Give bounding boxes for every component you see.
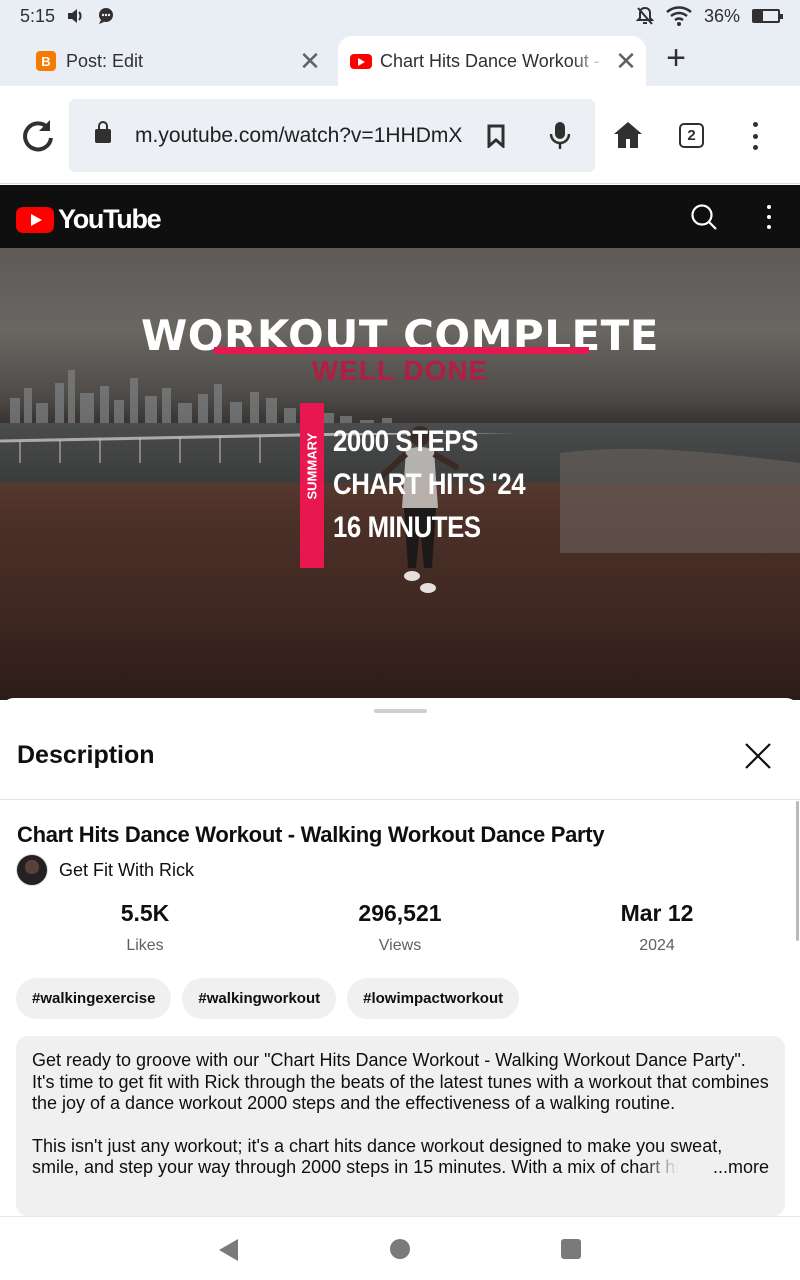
volume-icon: [68, 9, 82, 23]
more-button[interactable]: ...more: [642, 1157, 769, 1179]
home-icon[interactable]: [612, 120, 644, 150]
tab-switcher-button[interactable]: 2: [679, 123, 704, 148]
youtube-logo-text: YouTube: [58, 204, 162, 234]
sheet-title: Description: [17, 741, 155, 769]
stat-label: Likes: [126, 937, 164, 954]
summary-lines: 2000 STEPS CHART HITS '24 16 MINUTES: [333, 420, 526, 549]
summary-line: 16 MINUTES: [333, 511, 481, 544]
back-icon[interactable]: [219, 1239, 238, 1261]
close-tab-icon[interactable]: ✕: [606, 46, 646, 77]
reload-icon[interactable]: [18, 116, 58, 156]
drag-handle[interactable]: [374, 709, 427, 713]
views-stat: 296,521 Views: [300, 900, 500, 955]
stat-label: Views: [378, 937, 422, 954]
overlay-subtitle: WELL DONE: [311, 355, 489, 386]
status-bar: 5:15 36%: [0, 0, 800, 32]
stat-value: 5.5K: [120, 900, 170, 926]
avatar[interactable]: [16, 854, 48, 886]
bookmark-icon[interactable]: [487, 124, 505, 148]
browser-toolbar: m.youtube.com/watch?v=1HHDmX 2: [0, 86, 800, 184]
youtube-icon: [350, 53, 372, 69]
close-icon[interactable]: [744, 742, 772, 770]
close-tab-icon[interactable]: ✕: [290, 46, 330, 77]
system-nav-bar: [0, 1216, 800, 1280]
wifi-icon: [666, 6, 692, 26]
video-stats: 5.5K Likes 296,521 Views Mar 12 2024: [0, 900, 800, 960]
url-text[interactable]: m.youtube.com/watch?v=1HHDmX: [135, 124, 469, 148]
tab-strip: B Post: Edit ✕ Chart Hits Dance Workout …: [0, 32, 800, 86]
summary-line: 2000 STEPS: [333, 425, 478, 458]
new-tab-button[interactable]: +: [656, 40, 696, 80]
summary-label: SUMMARY: [305, 433, 320, 500]
tab-title: Post: Edit: [66, 50, 144, 71]
date-stat: Mar 12 2024: [557, 900, 757, 955]
description-sheet: Description Chart Hits Dance Workout - W…: [0, 698, 800, 1216]
hashtag-chips: #walkingexercise #walkingworkout #lowimp…: [16, 978, 520, 1019]
lock-icon[interactable]: [95, 120, 111, 143]
blogger-icon: B: [36, 51, 56, 71]
youtube-header: YouTube: [0, 185, 800, 248]
battery-percent: 36%: [703, 5, 740, 26]
hashtag-chip[interactable]: #lowimpactworkout: [347, 978, 520, 1019]
youtube-logo[interactable]: YouTube: [16, 204, 162, 235]
microphone-icon[interactable]: [549, 121, 571, 151]
search-icon[interactable]: [690, 203, 718, 231]
recents-icon[interactable]: [561, 1239, 581, 1259]
summary-line: CHART HITS '24: [333, 468, 526, 501]
channel-row[interactable]: Get Fit With Rick: [16, 854, 194, 886]
home-button-icon[interactable]: [390, 1239, 410, 1259]
description-paragraph: Get ready to groove with our "Chart Hits…: [32, 1050, 769, 1113]
video-player[interactable]: WORKOUT COMPLETE WELL DONE SUMMARY 2000 …: [0, 248, 800, 700]
tab-title: Chart Hits Dance Workout - Walking Worko…: [380, 50, 606, 71]
video-title: Chart Hits Dance Workout - Walking Worko…: [17, 822, 605, 847]
chat-bubble-icon: [99, 8, 114, 24]
stat-value: Mar 12: [620, 900, 694, 926]
hashtag-chip[interactable]: #walkingworkout: [182, 978, 337, 1019]
stat-label: 2024: [639, 937, 675, 954]
tab-youtube-video[interactable]: Chart Hits Dance Workout - Walking Worko…: [338, 36, 646, 86]
browser-menu-icon[interactable]: [745, 122, 765, 150]
title-underline: [214, 347, 589, 354]
channel-name[interactable]: Get Fit With Rick: [59, 860, 194, 881]
tab-post-edit[interactable]: B Post: Edit ✕: [24, 36, 330, 86]
status-time: 5:15: [20, 5, 56, 26]
more-options-icon[interactable]: [759, 205, 779, 229]
likes-stat: 5.5K Likes: [45, 900, 245, 955]
stat-value: 296,521: [358, 900, 442, 926]
address-bar[interactable]: m.youtube.com/watch?v=1HHDmX: [69, 99, 595, 172]
divider: [0, 799, 800, 800]
notifications-off-icon: [635, 6, 654, 25]
hashtag-chip[interactable]: #walkingexercise: [16, 978, 172, 1019]
description-box[interactable]: Get ready to groove with our "Chart Hits…: [16, 1036, 785, 1216]
battery-icon: [752, 9, 783, 23]
youtube-play-icon: [16, 206, 54, 233]
